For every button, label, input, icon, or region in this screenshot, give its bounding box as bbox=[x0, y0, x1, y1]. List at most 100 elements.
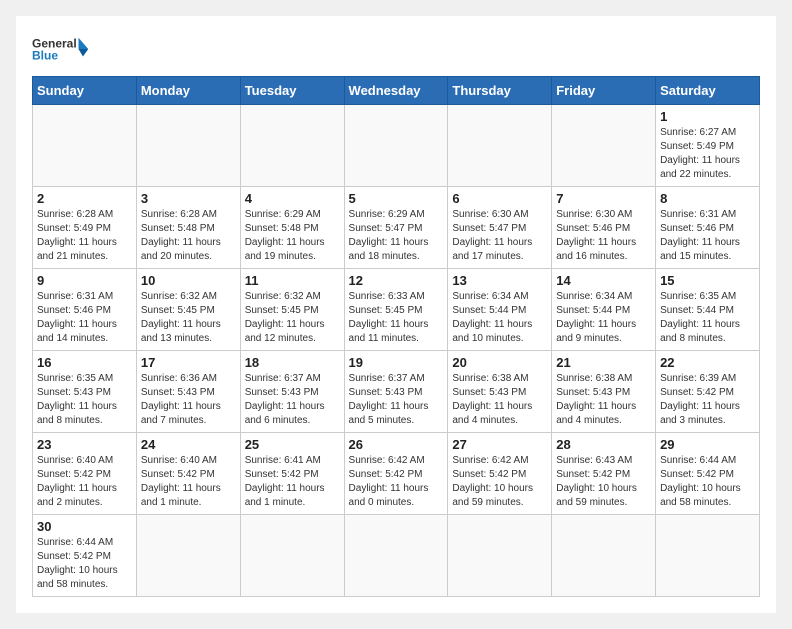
calendar-cell: 19 Sunrise: 6:37 AM Sunset: 5:43 PM Dayli… bbox=[344, 351, 448, 433]
calendar-cell bbox=[448, 515, 552, 597]
day-info: Sunrise: 6:31 AM Sunset: 5:46 PM Dayligh… bbox=[37, 290, 132, 346]
calendar-week-row: 1 Sunrise: 6:27 AM Sunset: 5:49 PM Daylig… bbox=[33, 105, 760, 187]
day-info: Sunrise: 6:43 AM Sunset: 5:42 PM Dayligh… bbox=[556, 454, 651, 510]
calendar-week-row: 23 Sunrise: 6:40 AM Sunset: 5:42 PM Dayli… bbox=[33, 433, 760, 515]
day-number: 24 bbox=[141, 437, 236, 452]
day-info: Sunrise: 6:35 AM Sunset: 5:44 PM Dayligh… bbox=[660, 290, 755, 346]
header-wednesday: Wednesday bbox=[344, 77, 448, 105]
day-info: Sunrise: 6:28 AM Sunset: 5:48 PM Dayligh… bbox=[141, 208, 236, 264]
day-number: 4 bbox=[245, 191, 340, 206]
calendar-cell: 4 Sunrise: 6:29 AM Sunset: 5:48 PM Daylig… bbox=[240, 187, 344, 269]
logo: General Blue bbox=[32, 32, 92, 64]
calendar-cell bbox=[344, 515, 448, 597]
calendar-cell: 13Sunrise: 6:34 AM Sunset: 5:44 PM Dayli… bbox=[448, 269, 552, 351]
day-info: Sunrise: 6:31 AM Sunset: 5:46 PM Dayligh… bbox=[660, 208, 755, 264]
day-number: 19 bbox=[349, 355, 444, 370]
day-info: Sunrise: 6:36 AM Sunset: 5:43 PM Dayligh… bbox=[141, 372, 236, 428]
calendar-table: Sunday Monday Tuesday Wednesday Thursday… bbox=[32, 76, 760, 597]
calendar-cell: 15 Sunrise: 6:35 AM Sunset: 5:44 PM Dayli… bbox=[656, 269, 760, 351]
calendar-cell: 8Sunrise: 6:31 AM Sunset: 5:46 PM Daylig… bbox=[656, 187, 760, 269]
day-info: Sunrise: 6:27 AM Sunset: 5:49 PM Dayligh… bbox=[660, 126, 755, 182]
day-number: 28 bbox=[556, 437, 651, 452]
day-info: Sunrise: 6:32 AM Sunset: 5:45 PM Dayligh… bbox=[245, 290, 340, 346]
header-saturday: Saturday bbox=[656, 77, 760, 105]
day-number: 3 bbox=[141, 191, 236, 206]
day-info: Sunrise: 6:34 AM Sunset: 5:44 PM Dayligh… bbox=[556, 290, 651, 346]
calendar-page: General Blue Sunday Monday Tuesday Wedne… bbox=[16, 16, 776, 613]
calendar-cell: 6 Sunrise: 6:30 AM Sunset: 5:47 PM Daylig… bbox=[448, 187, 552, 269]
header-thursday: Thursday bbox=[448, 77, 552, 105]
calendar-cell: 28 Sunrise: 6:43 AM Sunset: 5:42 PM Dayli… bbox=[552, 433, 656, 515]
day-number: 20 bbox=[452, 355, 547, 370]
day-info: Sunrise: 6:37 AM Sunset: 5:43 PM Dayligh… bbox=[349, 372, 444, 428]
day-number: 21 bbox=[556, 355, 651, 370]
calendar-cell: 9 Sunrise: 6:31 AM Sunset: 5:46 PM Daylig… bbox=[33, 269, 137, 351]
calendar-cell bbox=[656, 515, 760, 597]
day-info: Sunrise: 6:29 AM Sunset: 5:48 PM Dayligh… bbox=[245, 208, 340, 264]
day-number: 6 bbox=[452, 191, 547, 206]
calendar-cell bbox=[552, 105, 656, 187]
calendar-cell: 3 Sunrise: 6:28 AM Sunset: 5:48 PM Daylig… bbox=[136, 187, 240, 269]
calendar-cell: 23 Sunrise: 6:40 AM Sunset: 5:42 PM Dayli… bbox=[33, 433, 137, 515]
day-number: 1 bbox=[660, 109, 755, 124]
header-sunday: Sunday bbox=[33, 77, 137, 105]
calendar-cell bbox=[240, 515, 344, 597]
day-info: Sunrise: 6:42 AM Sunset: 5:42 PM Dayligh… bbox=[452, 454, 547, 510]
day-number: 5 bbox=[349, 191, 444, 206]
calendar-cell: 14Sunrise: 6:34 AM Sunset: 5:44 PM Dayli… bbox=[552, 269, 656, 351]
calendar-cell: 7 Sunrise: 6:30 AM Sunset: 5:46 PM Daylig… bbox=[552, 187, 656, 269]
day-number: 2 bbox=[37, 191, 132, 206]
calendar-cell: 18 Sunrise: 6:37 AM Sunset: 5:43 PM Dayli… bbox=[240, 351, 344, 433]
calendar-week-row: 2 Sunrise: 6:28 AM Sunset: 5:49 PM Daylig… bbox=[33, 187, 760, 269]
day-number: 10 bbox=[141, 273, 236, 288]
weekday-header-row: Sunday Monday Tuesday Wednesday Thursday… bbox=[33, 77, 760, 105]
header: General Blue bbox=[32, 32, 760, 64]
day-info: Sunrise: 6:44 AM Sunset: 5:42 PM Dayligh… bbox=[660, 454, 755, 510]
day-info: Sunrise: 6:42 AM Sunset: 5:42 PM Dayligh… bbox=[349, 454, 444, 510]
calendar-cell: 10 Sunrise: 6:32 AM Sunset: 5:45 PM Dayli… bbox=[136, 269, 240, 351]
day-number: 27 bbox=[452, 437, 547, 452]
day-info: Sunrise: 6:29 AM Sunset: 5:47 PM Dayligh… bbox=[349, 208, 444, 264]
svg-text:Blue: Blue bbox=[32, 49, 58, 63]
day-number: 29 bbox=[660, 437, 755, 452]
day-number: 7 bbox=[556, 191, 651, 206]
calendar-cell: 22Sunrise: 6:39 AM Sunset: 5:42 PM Dayli… bbox=[656, 351, 760, 433]
day-number: 18 bbox=[245, 355, 340, 370]
logo-svg: General Blue bbox=[32, 34, 92, 64]
calendar-cell: 30Sunrise: 6:44 AM Sunset: 5:42 PM Dayli… bbox=[33, 515, 137, 597]
calendar-cell: 26 Sunrise: 6:42 AM Sunset: 5:42 PM Dayli… bbox=[344, 433, 448, 515]
calendar-cell: 11 Sunrise: 6:32 AM Sunset: 5:45 PM Dayli… bbox=[240, 269, 344, 351]
calendar-cell bbox=[33, 105, 137, 187]
day-info: Sunrise: 6:41 AM Sunset: 5:42 PM Dayligh… bbox=[245, 454, 340, 510]
day-info: Sunrise: 6:30 AM Sunset: 5:46 PM Dayligh… bbox=[556, 208, 651, 264]
calendar-cell: 24 Sunrise: 6:40 AM Sunset: 5:42 PM Dayli… bbox=[136, 433, 240, 515]
day-number: 23 bbox=[37, 437, 132, 452]
day-info: Sunrise: 6:33 AM Sunset: 5:45 PM Dayligh… bbox=[349, 290, 444, 346]
calendar-cell: 21 Sunrise: 6:38 AM Sunset: 5:43 PM Dayli… bbox=[552, 351, 656, 433]
day-number: 13 bbox=[452, 273, 547, 288]
day-info: Sunrise: 6:32 AM Sunset: 5:45 PM Dayligh… bbox=[141, 290, 236, 346]
day-info: Sunrise: 6:38 AM Sunset: 5:43 PM Dayligh… bbox=[452, 372, 547, 428]
day-number: 9 bbox=[37, 273, 132, 288]
calendar-cell: 17Sunrise: 6:36 AM Sunset: 5:43 PM Dayli… bbox=[136, 351, 240, 433]
day-info: Sunrise: 6:44 AM Sunset: 5:42 PM Dayligh… bbox=[37, 536, 132, 592]
calendar-cell: 20 Sunrise: 6:38 AM Sunset: 5:43 PM Dayli… bbox=[448, 351, 552, 433]
calendar-cell: 25Sunrise: 6:41 AM Sunset: 5:42 PM Dayli… bbox=[240, 433, 344, 515]
calendar-week-row: 9 Sunrise: 6:31 AM Sunset: 5:46 PM Daylig… bbox=[33, 269, 760, 351]
calendar-cell: 16Sunrise: 6:35 AM Sunset: 5:43 PM Dayli… bbox=[33, 351, 137, 433]
calendar-cell: 12Sunrise: 6:33 AM Sunset: 5:45 PM Dayli… bbox=[344, 269, 448, 351]
day-number: 15 bbox=[660, 273, 755, 288]
day-info: Sunrise: 6:37 AM Sunset: 5:43 PM Dayligh… bbox=[245, 372, 340, 428]
day-info: Sunrise: 6:30 AM Sunset: 5:47 PM Dayligh… bbox=[452, 208, 547, 264]
calendar-cell: 1 Sunrise: 6:27 AM Sunset: 5:49 PM Daylig… bbox=[656, 105, 760, 187]
day-info: Sunrise: 6:40 AM Sunset: 5:42 PM Dayligh… bbox=[141, 454, 236, 510]
day-number: 11 bbox=[245, 273, 340, 288]
calendar-cell bbox=[136, 105, 240, 187]
day-number: 26 bbox=[349, 437, 444, 452]
calendar-cell bbox=[344, 105, 448, 187]
day-info: Sunrise: 6:40 AM Sunset: 5:42 PM Dayligh… bbox=[37, 454, 132, 510]
day-info: Sunrise: 6:38 AM Sunset: 5:43 PM Dayligh… bbox=[556, 372, 651, 428]
day-info: Sunrise: 6:28 AM Sunset: 5:49 PM Dayligh… bbox=[37, 208, 132, 264]
calendar-cell: 29 Sunrise: 6:44 AM Sunset: 5:42 PM Dayli… bbox=[656, 433, 760, 515]
calendar-cell: 2 Sunrise: 6:28 AM Sunset: 5:49 PM Daylig… bbox=[33, 187, 137, 269]
